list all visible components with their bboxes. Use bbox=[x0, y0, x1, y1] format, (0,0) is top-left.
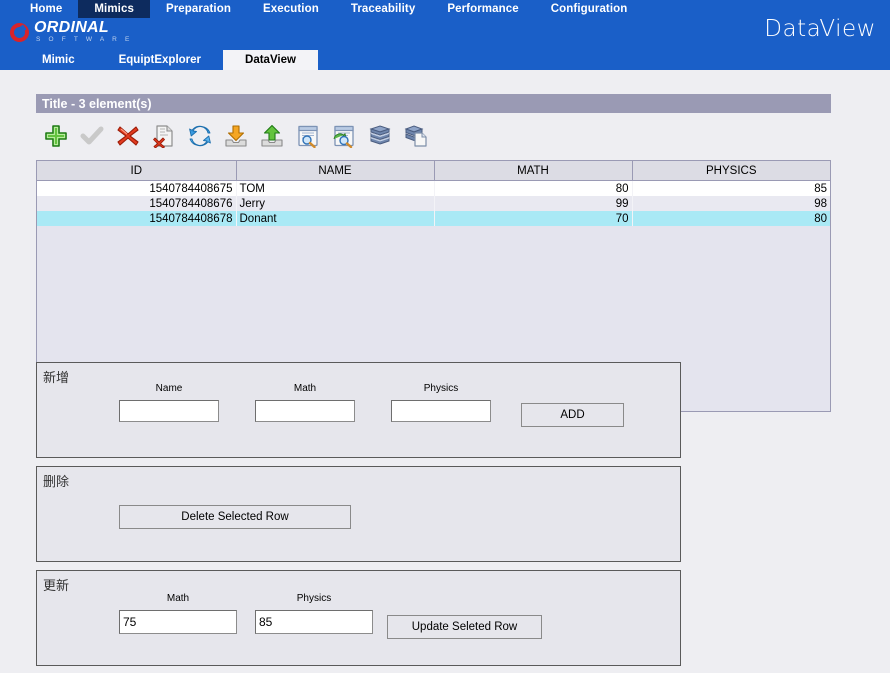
cell-math: 99 bbox=[434, 196, 633, 211]
logo-text: ORDINAL S O F T W A R E bbox=[34, 20, 133, 44]
add-row-button[interactable] bbox=[42, 122, 70, 150]
cell-physics: 80 bbox=[632, 211, 830, 226]
refresh-icon bbox=[188, 124, 212, 148]
import-icon bbox=[224, 124, 248, 148]
export-icon bbox=[260, 124, 284, 148]
column-header-math[interactable]: MATH bbox=[434, 161, 633, 181]
validate-button[interactable] bbox=[78, 122, 106, 150]
cell-id: 1540784408675 bbox=[37, 180, 237, 196]
add-name-input[interactable] bbox=[119, 400, 219, 422]
primary-nav: Home Mimics Preparation Execution Tracea… bbox=[0, 0, 890, 18]
logo-name: ORDINAL bbox=[34, 19, 109, 37]
add-math-input[interactable] bbox=[255, 400, 355, 422]
cell-math: 80 bbox=[434, 180, 633, 196]
search-document-button[interactable] bbox=[294, 122, 322, 150]
update-panel-legend: 更新 bbox=[43, 579, 70, 594]
cell-name: Jerry bbox=[236, 196, 435, 211]
nav-item-configuration[interactable]: Configuration bbox=[535, 0, 644, 18]
page-title: DataView bbox=[764, 16, 876, 42]
cell-name: Donant bbox=[236, 211, 435, 226]
delete-cross-icon bbox=[116, 124, 140, 148]
data-table: ID NAME MATH PHYSICS 1540784408675 TOM 8… bbox=[37, 161, 830, 226]
secondary-nav: Mimic EquiptExplorer DataView bbox=[0, 46, 890, 70]
table-row[interactable]: 1540784408676 Jerry 99 98 bbox=[37, 196, 830, 211]
nav-item-preparation[interactable]: Preparation bbox=[150, 0, 247, 18]
database-icon bbox=[368, 124, 392, 148]
cell-physics: 98 bbox=[632, 196, 830, 211]
add-math-label: Math bbox=[293, 383, 317, 394]
database-button[interactable] bbox=[366, 122, 394, 150]
grid-title-bar: Title - 3 element(s) bbox=[36, 94, 831, 113]
cell-name: TOM bbox=[236, 180, 435, 196]
cell-math: 70 bbox=[434, 211, 633, 226]
ordinal-circle-icon bbox=[6, 18, 33, 46]
add-physics-field: Physics bbox=[391, 383, 491, 422]
update-math-input[interactable] bbox=[119, 610, 237, 634]
update-physics-field: Physics bbox=[255, 593, 373, 634]
update-math-field: Math bbox=[119, 593, 237, 634]
search-refresh-document-button[interactable] bbox=[330, 122, 358, 150]
subnav-item-dataview[interactable]: DataView bbox=[223, 50, 318, 70]
update-math-label: Math bbox=[166, 593, 190, 604]
add-panel-legend: 新增 bbox=[43, 371, 70, 386]
add-name-label: Name bbox=[155, 383, 183, 394]
add-button[interactable]: ADD bbox=[521, 403, 624, 427]
delete-panel: 删除 Delete Selected Row bbox=[36, 466, 681, 562]
subnav-item-equiptexplorer[interactable]: EquiptExplorer bbox=[97, 50, 223, 70]
add-physics-input[interactable] bbox=[391, 400, 491, 422]
add-math-field: Math bbox=[255, 383, 355, 422]
nav-item-performance[interactable]: Performance bbox=[431, 0, 534, 18]
update-physics-label: Physics bbox=[296, 593, 332, 604]
nav-item-mimics[interactable]: Mimics bbox=[78, 0, 150, 18]
delete-document-icon bbox=[152, 124, 176, 148]
add-physics-label: Physics bbox=[423, 383, 459, 394]
search-document-icon bbox=[296, 124, 320, 148]
column-header-physics[interactable]: PHYSICS bbox=[632, 161, 830, 181]
import-button[interactable] bbox=[222, 122, 250, 150]
column-header-name[interactable]: NAME bbox=[236, 161, 435, 181]
export-button[interactable] bbox=[258, 122, 286, 150]
delete-panel-legend: 删除 bbox=[43, 475, 70, 490]
nav-item-home[interactable]: Home bbox=[14, 0, 78, 18]
cell-id: 1540784408678 bbox=[37, 211, 237, 226]
update-selected-row-button[interactable]: Update Seleted Row bbox=[387, 615, 542, 639]
column-header-id[interactable]: ID bbox=[37, 161, 237, 181]
nav-item-traceability[interactable]: Traceability bbox=[335, 0, 431, 18]
logo-subtitle: S O F T W A R E bbox=[36, 36, 133, 44]
add-panel: 新增 Name Math Physics ADD bbox=[36, 362, 681, 458]
table-header-row: ID NAME MATH PHYSICS bbox=[37, 161, 830, 181]
grid-toolbar bbox=[42, 122, 430, 150]
add-row-icon bbox=[44, 124, 68, 148]
subnav-item-mimic[interactable]: Mimic bbox=[20, 50, 97, 70]
database-document-button[interactable] bbox=[402, 122, 430, 150]
cell-id: 1540784408676 bbox=[37, 196, 237, 211]
cell-physics: 85 bbox=[632, 180, 830, 196]
table-row[interactable]: 1540784408675 TOM 80 85 bbox=[37, 180, 830, 196]
delete-document-button[interactable] bbox=[150, 122, 178, 150]
delete-button[interactable] bbox=[114, 122, 142, 150]
refresh-button[interactable] bbox=[186, 122, 214, 150]
update-panel: 更新 Math Physics Update Seleted Row bbox=[36, 570, 681, 666]
search-refresh-document-icon bbox=[332, 124, 356, 148]
database-document-icon bbox=[404, 124, 428, 148]
delete-selected-row-button[interactable]: Delete Selected Row bbox=[119, 505, 351, 529]
add-name-field: Name bbox=[119, 383, 219, 422]
app-header: Home Mimics Preparation Execution Tracea… bbox=[0, 0, 890, 70]
table-row-selected[interactable]: 1540784408678 Donant 70 80 bbox=[37, 211, 830, 226]
validate-check-icon bbox=[80, 124, 104, 148]
update-physics-input[interactable] bbox=[255, 610, 373, 634]
ordinal-logo[interactable]: ORDINAL S O F T W A R E bbox=[6, 18, 133, 46]
brand-row: ORDINAL S O F T W A R E DataView bbox=[0, 16, 890, 46]
nav-item-execution[interactable]: Execution bbox=[247, 0, 335, 18]
